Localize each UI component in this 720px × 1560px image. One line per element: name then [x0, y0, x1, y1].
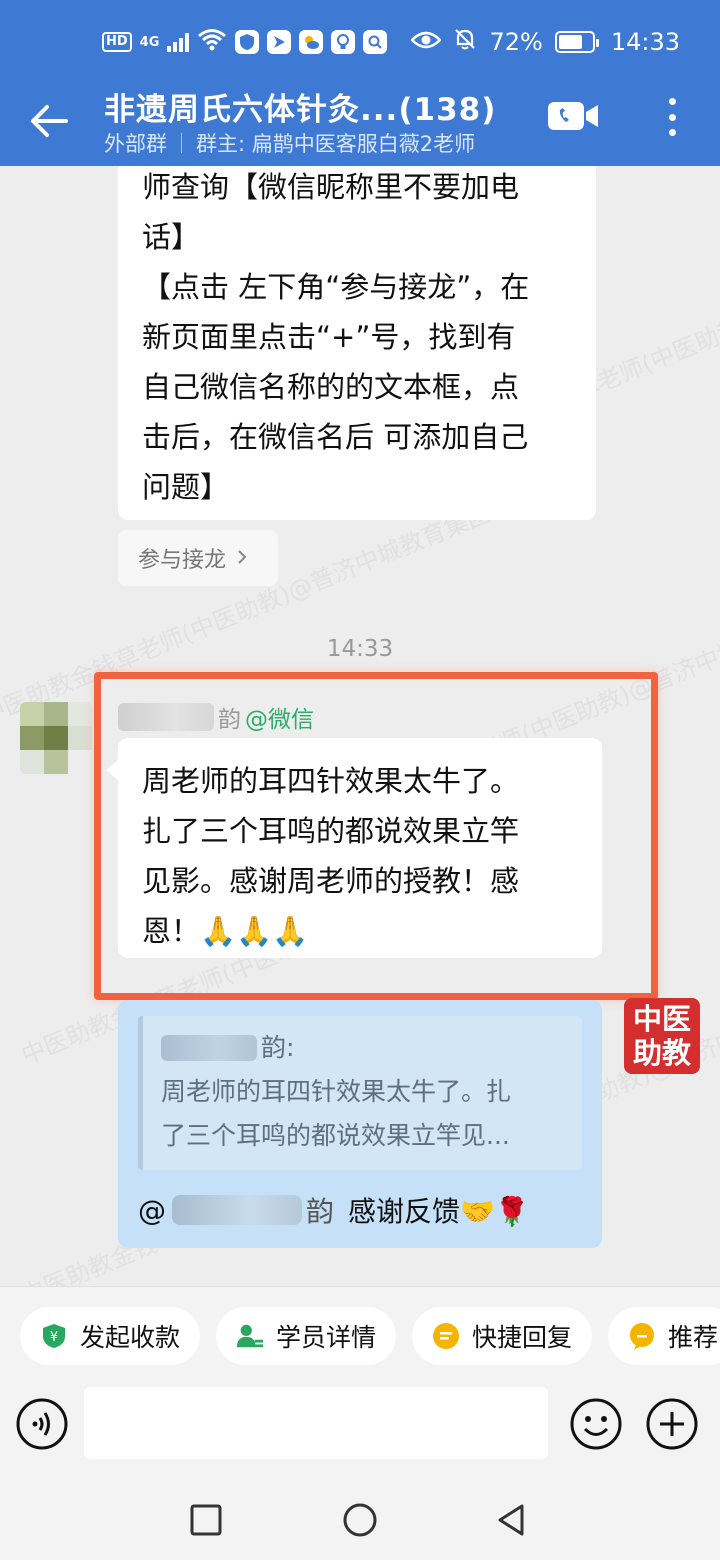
quick-action-label: 发起收款: [80, 1323, 181, 1352]
quick-action-recommend[interactable]: 推荐: [608, 1307, 720, 1365]
network-type: 4G: [139, 34, 160, 50]
sender-name: 韵: [218, 707, 241, 733]
status-bar: HD 4G 72% 14:33: [0, 0, 720, 84]
weather-app-icon: [299, 30, 324, 54]
quick-action-quick-reply[interactable]: 快捷回复: [412, 1307, 593, 1365]
reply-message-bubble[interactable]: 韵: 周老师的耳四针效果太牛了。扎 了三个耳鸣的都说效果立竿见... @ 韵 感…: [118, 1000, 602, 1248]
system-nav-bar: [0, 1478, 720, 1560]
student-icon: [236, 1322, 264, 1350]
back-arrow-icon[interactable]: [26, 98, 72, 144]
mention-symbol: @: [138, 1193, 166, 1227]
solitaire-message-bubble[interactable]: 师查询【微信昵称里不要加电 话】 【点击 左下角“参与接龙”，在 新页面里点击“…: [118, 166, 596, 520]
svg-text:¥: ¥: [50, 1330, 58, 1345]
video-call-icon[interactable]: [546, 96, 602, 136]
emoji-icon[interactable]: [570, 1398, 622, 1450]
quick-action-label: 推荐: [668, 1323, 719, 1352]
badge-line-2: 助教: [632, 1036, 691, 1070]
group-type-label: 外部群: [104, 132, 167, 156]
badge-line-1: 中医: [632, 1002, 691, 1036]
group-owner-label: 群主: 扁鹊中医客服白薇2老师: [196, 132, 476, 156]
avatar[interactable]: [20, 702, 92, 774]
sender-line: 韵 @微信: [118, 700, 314, 734]
quoted-message[interactable]: 韵: 周老师的耳四针效果太牛了。扎 了三个耳鸣的都说效果立竿见...: [138, 1016, 582, 1170]
home-icon[interactable]: [340, 1500, 380, 1540]
shield-app-icon: [235, 30, 260, 54]
recents-icon[interactable]: [186, 1500, 226, 1540]
join-solitaire-label: 参与接龙: [138, 548, 227, 573]
solitaire-message-text: 师查询【微信昵称里不要加电 话】 【点击 左下角“参与接龙”，在 新页面里点击“…: [142, 170, 530, 504]
bulb-app-icon: [331, 30, 356, 54]
subtitle-divider: [181, 133, 182, 153]
chat-title[interactable]: 非遗周氏六体针灸...(138): [104, 84, 496, 129]
message-input[interactable]: [84, 1387, 548, 1459]
payment-icon: ¥: [40, 1322, 68, 1350]
quoted-text: 周老师的耳四针效果太牛了。扎 了三个耳鸣的都说效果立竿见...: [161, 1077, 512, 1150]
chat-area[interactable]: 中医助教金钱草老师(中医助教)@普济中城教育集团653 中医助教金钱草老师(中医…: [0, 166, 720, 1286]
sender-tag: @微信: [245, 707, 314, 733]
battery-percent: 72%: [489, 28, 543, 56]
voice-input-icon[interactable]: [16, 1398, 68, 1450]
quoted-sender: 韵:: [161, 1026, 564, 1070]
reply-text: 感谢反馈🤝🌹: [348, 1195, 530, 1228]
status-time: 14:33: [610, 28, 680, 56]
mute-bell-icon: [453, 27, 477, 57]
quick-reply-icon: [432, 1322, 460, 1350]
recommend-icon: [628, 1322, 656, 1350]
nav-back-icon[interactable]: [492, 1500, 532, 1540]
join-solitaire-button[interactable]: 参与接龙: [118, 530, 278, 586]
quick-action-payment[interactable]: ¥ 发起收款: [20, 1307, 201, 1365]
eye-icon: [410, 28, 443, 56]
quick-action-label: 学员详情: [276, 1323, 377, 1352]
reply-text-line: @ 韵 感谢反馈🤝🌹: [138, 1190, 530, 1230]
battery-icon: [554, 31, 599, 53]
quick-action-bar: ¥ 发起收款 学员详情 快捷回复 推荐: [0, 1286, 720, 1382]
wifi-icon: [197, 27, 227, 57]
more-options-icon[interactable]: [660, 96, 684, 138]
message-timestamp: 14:33: [326, 636, 394, 662]
search-app-icon: [363, 30, 388, 54]
chevron-right-icon: [236, 546, 248, 571]
hd-icon: HD: [102, 32, 132, 52]
quick-action-student[interactable]: 学员详情: [216, 1307, 397, 1365]
quoted-sender-name: 韵:: [261, 1033, 295, 1062]
send-app-icon: [267, 30, 292, 54]
message-bubble[interactable]: 周老师的耳四针效果太牛了。 扎了三个耳鸣的都说效果立竿 见影。感谢周老师的授教！…: [106, 738, 602, 958]
blurred-name: [118, 703, 214, 731]
blurred-name: [161, 1035, 257, 1061]
tcm-assistant-badge[interactable]: 中医 助教: [624, 998, 700, 1074]
chat-header: 非遗周氏六体针灸...(138) 外部群 群主: 扁鹊中医客服白薇2老师: [0, 84, 720, 166]
signal-icon: [167, 32, 190, 52]
quick-action-label: 快捷回复: [472, 1323, 573, 1352]
blurred-name: [172, 1195, 302, 1225]
message-text: 周老师的耳四针效果太牛了。 扎了三个耳鸣的都说效果立竿 见影。感谢周老师的授教！…: [142, 764, 520, 948]
mention-name: 韵: [306, 1195, 335, 1228]
plus-icon[interactable]: [646, 1398, 698, 1450]
chat-subtitle: 外部群 群主: 扁鹊中医客服白薇2老师: [104, 128, 475, 158]
input-bar: [0, 1382, 720, 1478]
